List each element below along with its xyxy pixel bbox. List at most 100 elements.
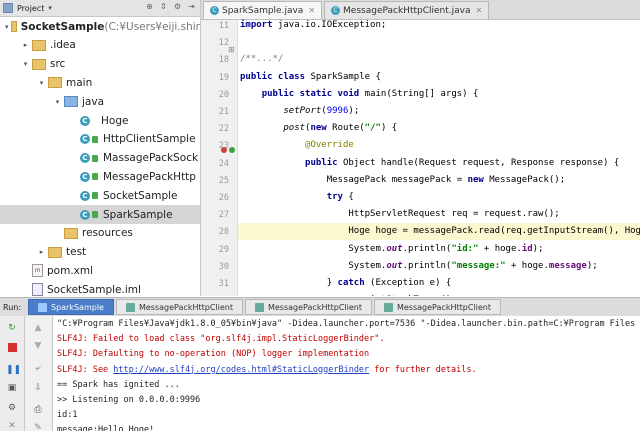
close-tab-icon[interactable]: ✕ xyxy=(308,6,315,15)
code-line[interactable]: MessagePack messagePack = new MessagePac… xyxy=(238,172,640,189)
scroll-to-end-icon[interactable]: ⇩ xyxy=(32,382,44,394)
settings-icon[interactable]: ⚙ xyxy=(6,402,18,414)
run-tab[interactable]: SparkSample xyxy=(28,299,114,315)
collapse-arrow-icon[interactable]: ▸ xyxy=(21,41,30,49)
tree-item[interactable]: C SparkSample xyxy=(0,205,200,224)
code-line[interactable]: public Object handle(Request request, Re… xyxy=(238,155,640,172)
console-link[interactable]: http://www.slf4j.org/codes.html#StaticLo… xyxy=(113,365,369,375)
console-line: SLF4J: Defaulting to no-operation (NOP) … xyxy=(57,347,369,362)
line-number: 31 xyxy=(218,279,229,289)
code-line[interactable]: /**...*/ xyxy=(238,51,640,68)
tree-item[interactable]: ▾ SocketSample (C:¥Users¥eiji.shir xyxy=(0,17,200,36)
close-tab-icon[interactable]: ✕ xyxy=(476,6,483,15)
tree-item-label: pom.xml xyxy=(47,264,94,277)
run-tab[interactable]: MessagePackHttpClient xyxy=(244,299,372,315)
line-number: 18 xyxy=(218,55,229,66)
code-line[interactable]: public static void main(String[] args) { xyxy=(238,86,640,103)
collapse-icon[interactable]: ⇕ xyxy=(159,2,168,11)
tree-item[interactable]: C SocketSample xyxy=(0,186,200,205)
soft-wrap-icon[interactable]: ⤶ xyxy=(32,362,44,374)
arrow-down-icon[interactable]: ▼ xyxy=(32,340,44,352)
expand-arrow-icon[interactable]: ▾ xyxy=(53,98,62,106)
run-tab-label: SparkSample xyxy=(51,302,104,312)
tree-item-label: java xyxy=(82,95,104,108)
override-marker-icon[interactable] xyxy=(221,147,227,153)
console-line: SLF4J: See http://www.slf4j.org/codes.ht… xyxy=(57,363,477,378)
tree-item-label: MessagePackHttp xyxy=(103,170,196,183)
code-line[interactable]: public class SparkSample { xyxy=(238,69,640,86)
project-panel-header[interactable]: Project ▾ ⊕ ⇕ ⚙ ⇥ xyxy=(0,0,200,17)
stop-icon[interactable] xyxy=(8,343,17,352)
console-line: id:1 xyxy=(57,408,77,423)
tree-item-label: MassagePackSock xyxy=(103,152,199,165)
line-number: 30 xyxy=(218,261,229,272)
chevron-down-icon[interactable]: ▾ xyxy=(48,4,52,12)
run-tab[interactable]: MessagePackHttpClient xyxy=(115,299,243,315)
tree-item[interactable]: ▾ main xyxy=(0,73,200,92)
code-line[interactable]: post(new Route("/") { xyxy=(238,120,640,137)
sync-icon[interactable]: ⊕ xyxy=(145,2,154,11)
console-line: >> Listening on 0.0.0.0:9996 xyxy=(57,393,200,408)
implement-marker-icon[interactable] xyxy=(229,147,235,153)
code-line[interactable] xyxy=(238,34,640,51)
code-line[interactable]: try { xyxy=(238,189,640,206)
dump-threads-icon[interactable]: ▣ xyxy=(6,382,18,394)
code-line[interactable]: HttpServletRequest req = request.raw(); xyxy=(238,206,640,223)
code-line[interactable]: import java.io.IOException; xyxy=(238,17,640,34)
tree-item[interactable]: m pom.xml xyxy=(0,261,200,280)
folder-icon xyxy=(64,227,78,239)
run-panel-header: Run: SparkSample MessagePackHttpClient Mes… xyxy=(0,297,640,317)
clear-icon[interactable]: ✎ xyxy=(32,422,44,434)
gear-icon[interactable]: ⚙ xyxy=(173,2,182,11)
tree-item-label: Hoge xyxy=(101,114,129,127)
tree-item[interactable]: ▾ src xyxy=(0,55,200,74)
tree-item[interactable]: C MessagePackHttp xyxy=(0,167,200,186)
arrow-up-icon[interactable]: ▲ xyxy=(32,322,44,334)
run-tabs: SparkSample MessagePackHttpClient MessageP… xyxy=(28,299,503,315)
console-text: "C:¥Program Files¥Java¥jdk1.8.0_05¥bin¥j… xyxy=(57,319,640,329)
tree-item[interactable]: ▸ .idea xyxy=(0,36,200,55)
console-text: id:1 xyxy=(57,410,78,421)
code-line[interactable]: @Override xyxy=(238,137,640,154)
tree-item[interactable]: ▾ java xyxy=(0,92,200,111)
lock-icon xyxy=(92,135,98,143)
code-line[interactable]: e.printStackTrace(); xyxy=(238,292,640,296)
console-text: for further details. xyxy=(369,364,477,375)
tree-item[interactable]: resources xyxy=(0,224,200,243)
collapse-arrow-icon[interactable]: ▸ xyxy=(37,248,46,256)
line-number: 20 xyxy=(218,89,229,100)
code-area[interactable]: import java.io.IOException;/**...*/publi… xyxy=(238,20,640,296)
code-line[interactable]: setPort(9996); xyxy=(238,103,640,120)
rerun-icon[interactable]: ↻ xyxy=(6,322,18,334)
code-line[interactable]: Hoge hoge = messagePack.read(req.getInpu… xyxy=(238,223,640,241)
console-output[interactable]: "C:¥Program Files¥Java¥jdk1.8.0_05¥bin¥j… xyxy=(53,316,640,431)
project-panel-title: Project xyxy=(17,3,45,13)
expand-arrow-icon[interactable]: ▾ xyxy=(37,79,46,87)
tree-item[interactable]: C MassagePackSock xyxy=(0,149,200,168)
line-number: 21 xyxy=(218,107,229,117)
console-line: == Spark has ignited ... xyxy=(57,378,180,393)
code-line[interactable]: System.out.println("id:" + hoge.id); xyxy=(238,241,640,258)
hide-icon[interactable]: ⇥ xyxy=(187,2,196,11)
module-file-icon xyxy=(32,283,43,296)
code-line[interactable]: System.out.println("message:" + hoge.mes… xyxy=(238,258,640,275)
class-icon: C xyxy=(331,6,341,15)
tree-item[interactable]: SocketSample.iml xyxy=(0,280,200,296)
maven-file-icon: m xyxy=(32,264,43,278)
pause-icon[interactable]: ❚❚ xyxy=(6,364,21,376)
tree-item[interactable]: ▸ test xyxy=(0,243,200,262)
code-line[interactable]: } catch (Exception e) { xyxy=(238,275,640,292)
run-tab[interactable]: MessagePackHttpClient xyxy=(373,299,501,315)
expand-arrow-icon[interactable]: ▾ xyxy=(5,23,9,31)
project-panel: Project ▾ ⊕ ⇕ ⚙ ⇥ ▾ SocketSample (C:¥User… xyxy=(0,0,201,296)
editor-gutter: 1112181920212223242526272829303132333435… xyxy=(201,20,238,296)
run-label: Run: xyxy=(3,302,22,312)
tree-item[interactable]: C HttpClientSample xyxy=(0,130,200,149)
tree-item[interactable]: C Hoge xyxy=(0,111,200,130)
folder-icon xyxy=(48,77,62,89)
fold-icon[interactable]: ⊞ xyxy=(228,45,235,54)
print-icon[interactable]: ⎙ xyxy=(32,404,44,416)
line-number: 19 xyxy=(218,72,229,83)
close-icon[interactable]: ✕ xyxy=(6,420,18,432)
expand-arrow-icon[interactable]: ▾ xyxy=(21,60,30,68)
